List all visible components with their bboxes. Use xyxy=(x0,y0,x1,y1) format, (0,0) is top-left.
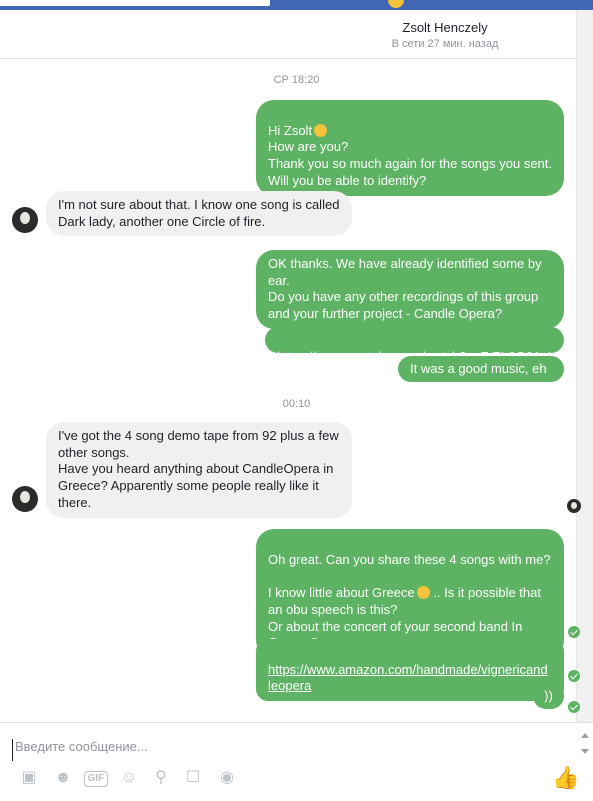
incoming-message: I've got the 4 song demo tape from 92 pl… xyxy=(46,422,352,518)
delivered-check-icon xyxy=(568,626,580,638)
message-text: Oh great. Can you share these 4 songs wi… xyxy=(268,551,551,567)
sticker-icon[interactable]: ☻ xyxy=(52,767,74,789)
microphone-icon[interactable]: ⚲ xyxy=(150,767,172,789)
search-box[interactable] xyxy=(0,0,270,6)
outgoing-message: Hi Zsolt How are you? Thank you so much a… xyxy=(256,100,564,196)
scroll-up-icon[interactable] xyxy=(581,733,589,738)
timestamp: СР 18:20 xyxy=(273,74,320,86)
message-text: How are you? Thank you so much again for… xyxy=(268,139,553,188)
outgoing-link-message[interactable]: https://www.amazon.com/handmade/vigneric… xyxy=(256,639,564,702)
emoji-icon[interactable]: ☺ xyxy=(118,767,140,789)
smiley-emoji-icon xyxy=(314,123,328,137)
contact-avatar[interactable] xyxy=(12,486,38,512)
gif-icon[interactable]: GIF xyxy=(84,771,108,787)
amazon-link[interactable]: https://www.amazon.com/handmade/vigneric… xyxy=(268,662,548,694)
game-icon[interactable]: ☐ xyxy=(182,767,204,789)
outgoing-link-message[interactable]: https://www.youtube.com/watch?v=F-ZIr9Q9… xyxy=(265,327,564,364)
incoming-message: I'm not sure about that. I know one song… xyxy=(46,191,352,237)
contact-avatar[interactable] xyxy=(12,207,38,233)
outgoing-message: )) xyxy=(533,683,564,709)
contact-name[interactable]: Zsolt Henczely xyxy=(345,20,545,35)
camera-icon[interactable]: ◉ xyxy=(216,767,238,789)
outgoing-message: It was a good music, eh .. xyxy=(398,356,564,393)
message-input[interactable]: Введите сообщение... xyxy=(12,739,555,761)
photo-icon[interactable]: ▣ xyxy=(18,767,40,789)
notification-emoji-icon xyxy=(388,0,404,8)
like-icon[interactable]: 👍 xyxy=(552,765,579,791)
smiley-emoji-icon xyxy=(416,586,430,600)
delivered-check-icon xyxy=(568,701,580,713)
message-text: Hi Zsolt xyxy=(268,122,313,138)
outgoing-message: OK thanks. We have already identified so… xyxy=(256,250,564,329)
message-composer: Введите сообщение... ▣ ☻ GIF ☺ ⚲ ☐ ◉ 👍 xyxy=(0,722,593,801)
facebook-top-bar xyxy=(0,0,593,10)
chat-header: Zsolt Henczely В сети 27 мин. назад xyxy=(0,10,593,59)
scroll-down-icon[interactable] xyxy=(581,749,589,754)
message-text: I know little about Greece xyxy=(268,585,415,601)
timestamp: 00:10 xyxy=(282,398,311,410)
delivered-check-icon xyxy=(568,670,580,682)
composer-scrollbar[interactable] xyxy=(577,727,593,759)
chat-scrollbar[interactable] xyxy=(576,10,593,722)
contact-status: В сети 27 мин. назад xyxy=(391,38,499,50)
seen-avatar xyxy=(567,499,581,513)
